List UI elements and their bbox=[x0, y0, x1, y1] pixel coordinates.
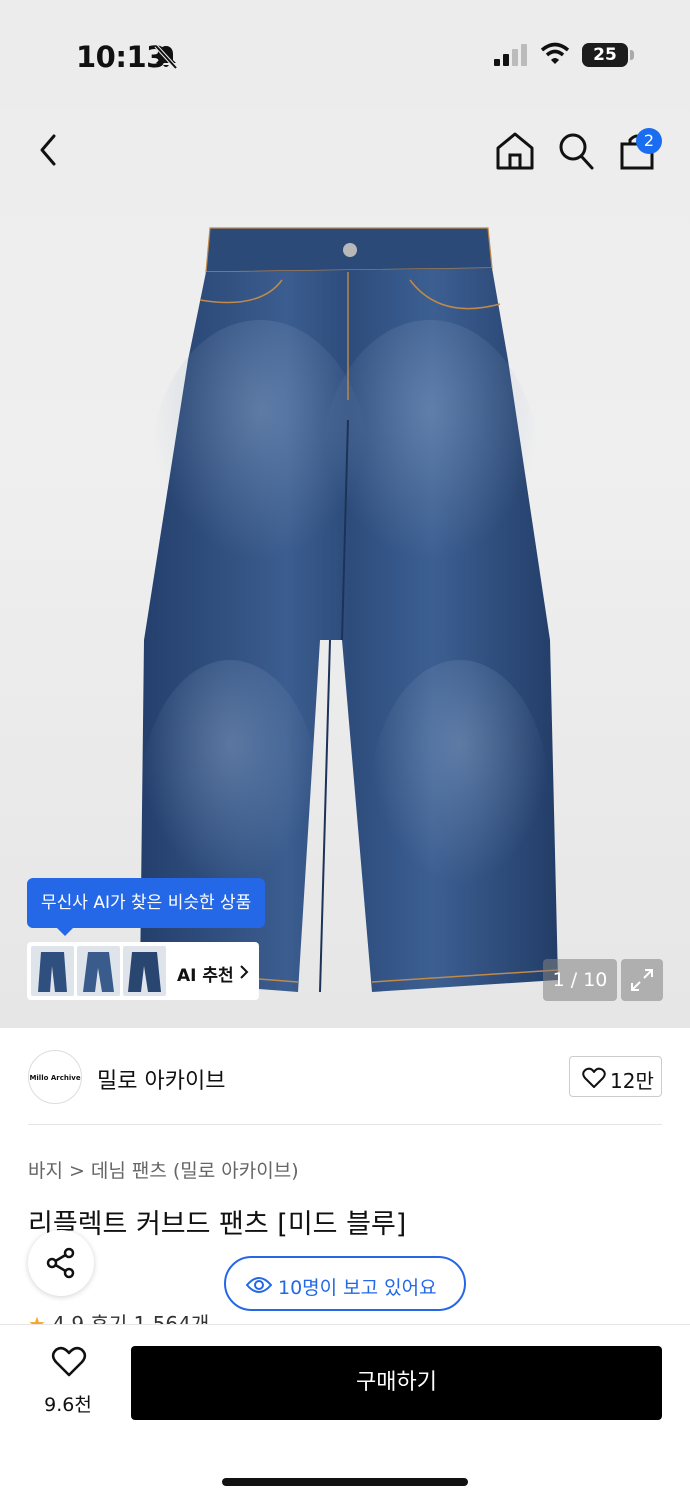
breadcrumb-separator: > bbox=[68, 1160, 85, 1182]
battery-icon: 25 bbox=[582, 43, 628, 67]
breadcrumb: 바지 > 데님 팬츠 (밀로 아카이브) bbox=[28, 1156, 299, 1183]
ai-recommend-label: AI 추천 bbox=[177, 966, 234, 986]
wifi-icon bbox=[540, 42, 570, 64]
status-time: 10:13 bbox=[76, 40, 166, 74]
share-icon bbox=[46, 1247, 75, 1279]
brand-name[interactable]: 밀로 아카이브 bbox=[97, 1063, 225, 1095]
eye-icon bbox=[246, 1277, 272, 1293]
battery-cap bbox=[630, 50, 634, 60]
signal-icon bbox=[494, 44, 527, 66]
cart-count-badge: 2 bbox=[636, 128, 662, 154]
search-icon[interactable] bbox=[556, 130, 596, 172]
bell-slash-icon bbox=[154, 44, 178, 70]
status-bar: 10:13 25 bbox=[0, 0, 690, 110]
image-counter: 1 / 10 bbox=[543, 959, 617, 1001]
ai-thumb-2[interactable] bbox=[77, 946, 120, 996]
brand-like-button[interactable]: 12만 bbox=[569, 1056, 662, 1097]
chevron-right-icon bbox=[240, 965, 249, 979]
ai-recommend-card[interactable]: AI 추천 bbox=[27, 942, 259, 1000]
product-title: 리플렉트 커브드 팬츠 [미드 블루] bbox=[28, 1209, 407, 1240]
heart-icon bbox=[51, 1346, 87, 1377]
wishlist-button[interactable]: 9.6천 bbox=[30, 1346, 106, 1420]
expand-image-button[interactable] bbox=[621, 959, 663, 1001]
heart-icon bbox=[582, 1067, 606, 1088]
brand-logo[interactable]: Millo Archive bbox=[28, 1050, 82, 1104]
expand-icon bbox=[631, 969, 653, 991]
viewers-count-pill: 10명이 보고 있어요 bbox=[224, 1256, 466, 1311]
home-icon[interactable] bbox=[494, 130, 536, 172]
breadcrumb-item-denim[interactable]: 데님 팬츠 (밀로 아카이브) bbox=[91, 1160, 299, 1182]
ai-thumb-1[interactable] bbox=[31, 946, 74, 996]
brand-like-count: 12만 bbox=[610, 1069, 654, 1093]
ai-thumb-3[interactable] bbox=[123, 946, 166, 996]
ai-similar-tooltip: 무신사 AI가 찾은 비슷한 상품 bbox=[27, 878, 266, 936]
buy-button[interactable]: 구매하기 bbox=[131, 1346, 662, 1420]
divider bbox=[28, 1124, 662, 1125]
viewers-count-text: 10명이 보고 있어요 bbox=[278, 1277, 437, 1299]
home-indicator[interactable] bbox=[222, 1478, 468, 1486]
share-button[interactable] bbox=[28, 1230, 94, 1296]
breadcrumb-item-pants[interactable]: 바지 bbox=[28, 1160, 63, 1182]
back-arrow-icon[interactable] bbox=[30, 128, 66, 172]
wishlist-count: 9.6천 bbox=[44, 1394, 92, 1416]
